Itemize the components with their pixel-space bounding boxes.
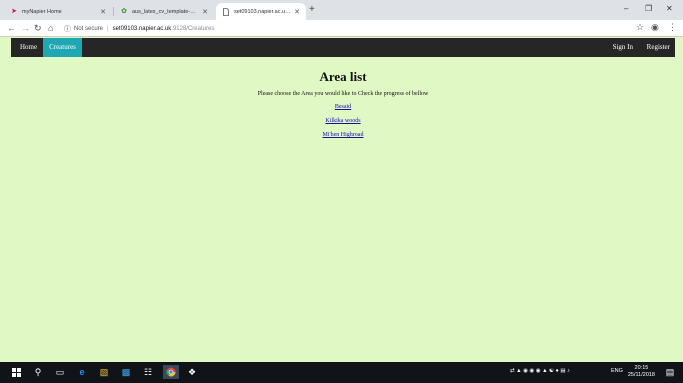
tab-set09103-creatures[interactable]: set09103.napier.ac.uk:9128/Crea ✕ [216, 3, 306, 20]
edge-browser-icon[interactable]: e [76, 366, 88, 378]
address-separator: | [107, 25, 109, 32]
minimize-window-icon[interactable]: – [624, 4, 628, 13]
close-tab-icon[interactable]: ✕ [294, 8, 300, 16]
bookmark-star-icon[interactable]: ☆ [636, 22, 644, 33]
notifications-icon[interactable]: ▤ [664, 366, 676, 378]
tab-latex-template[interactable]: ✿ aus_latex_cv_template-master ( ✕ [114, 3, 214, 20]
system-clock[interactable]: 20:15 25/11/2018 [628, 365, 655, 379]
windows-start-icon[interactable] [10, 366, 22, 378]
browser-toolbar: ← → ↻ ⌂ ⓘ Not secure | set09103.napier.a… [0, 20, 683, 37]
clock-date: 25/11/2018 [627, 372, 655, 378]
new-tab-icon[interactable]: + [309, 4, 315, 15]
home-icon[interactable]: ⌂ [48, 23, 53, 33]
file-explorer-icon[interactable]: ▧ [98, 366, 110, 378]
profile-icon[interactable]: ◉ [651, 22, 659, 33]
close-tab-icon[interactable]: ✕ [202, 8, 208, 16]
area-link-besaid[interactable]: Besaid [11, 104, 675, 110]
info-icon[interactable]: ⓘ [64, 24, 71, 34]
nav-creatures-link[interactable]: Creatures [43, 38, 82, 57]
url-path: :9128/Creatures [171, 25, 215, 32]
page-favicon-icon [222, 7, 230, 16]
store-icon[interactable]: ▩ [120, 366, 132, 378]
area-link-mihen-highroad[interactable]: Mi'hen Highroad [11, 132, 675, 138]
site-navbar: Home Creatures Sign In Register [11, 38, 675, 57]
address-bar[interactable]: ⓘ Not secure | set09103.napier.ac.uk :91… [64, 22, 214, 35]
tab-mynapier-home[interactable]: ➤ myNapier Home ✕ [4, 3, 112, 20]
mynapier-favicon-icon: ➤ [11, 8, 17, 15]
clock-time: 20:15 [634, 365, 649, 371]
close-window-icon[interactable]: ✕ [666, 4, 673, 13]
app-icon[interactable]: ❖ [186, 366, 198, 378]
tab-title: myNapier Home [22, 8, 62, 15]
browser-tab-strip: ➤ myNapier Home ✕ ✿ aus_latex_cv_templat… [0, 0, 683, 20]
tab-title: set09103.napier.ac.uk:9128/Crea [234, 8, 292, 15]
system-tray-icons[interactable]: ⇄ ▲ ◉ ◉ ◉ ▲ ☯ ● ▤ ♪ [510, 368, 570, 374]
nav-register-link[interactable]: Register [647, 38, 670, 57]
security-label: Not secure [74, 25, 104, 32]
tab-title: aus_latex_cv_template-master ( [132, 8, 199, 15]
language-indicator[interactable]: ENG [611, 368, 623, 374]
forward-arrow-icon[interactable]: → [21, 23, 30, 33]
back-arrow-icon[interactable]: ← [7, 23, 16, 33]
close-tab-icon[interactable]: ✕ [100, 8, 106, 16]
reload-icon[interactable]: ↻ [34, 23, 42, 33]
nav-sign-in-link[interactable]: Sign In [613, 38, 633, 57]
restore-window-icon[interactable]: ❐ [645, 4, 652, 13]
menu-dots-icon[interactable]: ⋮ [668, 22, 677, 33]
task-view-icon[interactable]: ▭ [54, 366, 66, 378]
area-link-kilkika-woods[interactable]: Kilkika woods [11, 118, 675, 124]
intro-text: Please choose the Area you would like to… [257, 91, 429, 97]
page-title: Area list [319, 69, 367, 84]
network-app-icon[interactable]: ☷ [142, 366, 154, 378]
search-icon[interactable]: ⚲ [32, 366, 44, 378]
windows-taskbar: ⚲ ▭ e ▧ ▩ ☷ ❖ ⇄ ▲ ◉ ◉ ◉ ▲ ☯ ● ▤ ♪ ENG 20… [0, 362, 683, 383]
url-host: set09103.napier.ac.uk [112, 25, 172, 32]
page-content: Area list Please choose the Area you wou… [11, 57, 675, 362]
overleaf-favicon-icon: ✿ [121, 8, 127, 15]
chrome-taskbar-icon[interactable] [163, 365, 179, 379]
nav-home-link[interactable]: Home [20, 38, 37, 57]
